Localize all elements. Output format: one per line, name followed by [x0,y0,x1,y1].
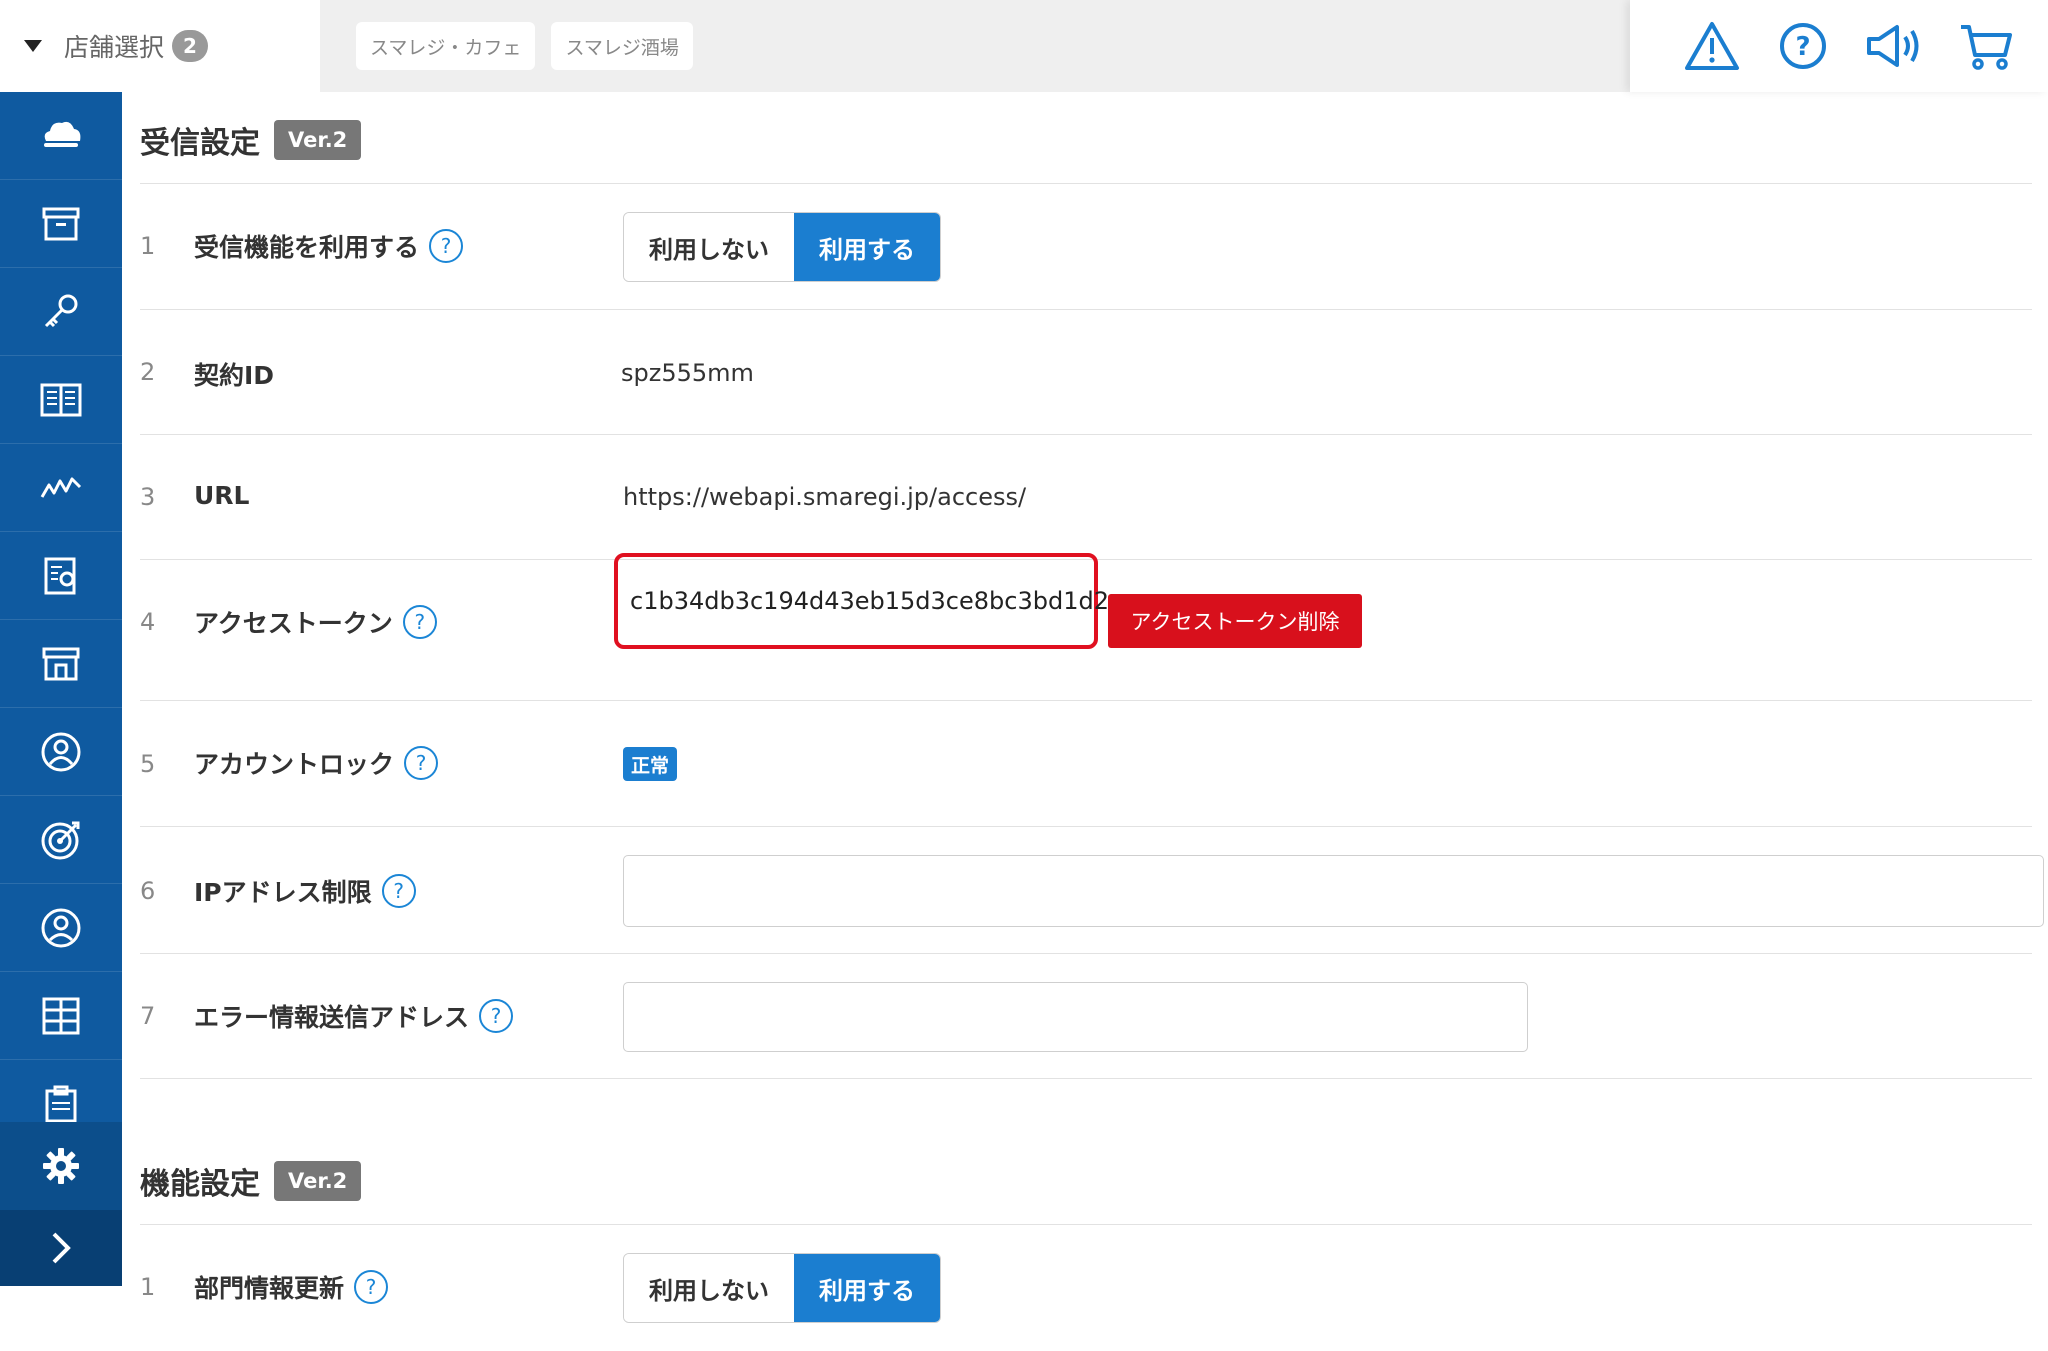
version-badge: Ver.2 [274,120,362,160]
help-icon[interactable]: ? [404,746,439,780]
store-count-badge: 2 [172,30,209,62]
toggle-on-button[interactable]: 利用する [794,1254,940,1322]
row-label: アクセストークン ? [194,604,437,640]
sidebar-settings[interactable] [0,1122,122,1210]
error-address-input[interactable] [623,982,1528,1052]
row-number: 1 [140,1273,156,1301]
sidebar-item-analytics[interactable] [0,444,122,532]
row-label-text: アクセストークン [194,609,393,638]
toggle-off-button[interactable]: 利用しない [624,213,794,281]
sidebar-item-cloud[interactable] [0,92,122,180]
row-label: 受信機能を利用する ? [194,228,464,264]
cart-icon[interactable] [1956,16,2016,76]
url-value: https://webapi.smaregi.jp/access/ [623,483,1027,511]
store-select-label: 店舗選択 [64,33,165,62]
contract-id-value: spz555mm [621,359,754,387]
row-label: 契約ID [194,361,275,390]
chart-icon [40,477,82,498]
sidebar-item-key[interactable] [0,268,122,356]
gear-icon [43,1148,79,1184]
receive-enable-toggle: 利用しない 利用する [623,212,941,282]
row-label-text: アカウントロック [194,750,395,779]
ip-restriction-input[interactable] [623,855,2044,927]
store-tab-bar[interactable]: スマレジ酒場 [551,22,693,70]
row-url: 3 URL https://webapi.smaregi.jp/access/ [140,435,2032,560]
receive-settings-header: 受信設定 Ver.2 [140,118,362,162]
archive-icon [42,207,80,240]
row-department-update: 1 部門情報更新 ? 利用しない 利用する [140,1225,2032,1351]
row-account-lock: 5 アカウントロック ? 正常 [140,701,2032,827]
main-content: 受信設定 Ver.2 1 受信機能を利用する ? 利用しない 利用する 2 契約… [122,92,2048,1323]
help-icon[interactable]: ? [354,1270,389,1304]
warning-icon[interactable] [1682,16,1742,76]
sidebar-item-customer[interactable] [0,708,122,796]
status-badge: 正常 [623,747,678,781]
sidebar-item-products[interactable] [0,180,122,268]
top-bar: 店舗選択 2 スマレジ・カフェ スマレジ酒場 ? [0,0,2048,92]
megaphone-icon[interactable] [1865,16,1925,76]
help-icon[interactable]: ? [479,999,514,1033]
target-icon [41,821,80,859]
store-icon [42,647,80,680]
grid-icon [42,997,80,1034]
access-token-value: c1b34db3c194d43eb15d3ce8bc3bd1d2 [614,553,1109,649]
report-icon [44,557,76,594]
row-number: 3 [140,483,156,511]
store-tabs: スマレジ・カフェ スマレジ酒場 [320,0,1630,92]
clipboard-icon [45,1085,77,1122]
key-icon [44,294,78,327]
section-title: 機能設定 [140,1167,260,1202]
cloud-register-icon [44,121,81,147]
row-error-address: 7 エラー情報送信アドレス ? [140,954,2032,1079]
help-icon[interactable]: ? [381,874,416,908]
help-icon[interactable]: ? [429,229,464,263]
row-number: 2 [140,358,156,386]
chevron-right-icon [52,1232,71,1264]
customer-icon [41,732,81,771]
row-number: 7 [140,1002,156,1030]
row-label-text: エラー情報送信アドレス [194,1003,470,1032]
help-icon[interactable]: ? [402,605,437,639]
row-receive-enable: 1 受信機能を利用する ? 利用しない 利用する [140,184,2032,310]
row-label: IPアドレス制限 ? [194,873,416,909]
row-label: URL [194,481,250,510]
top-icons: ? [1630,0,2048,92]
row-label: 部門情報更新 ? [194,1269,389,1305]
svg-text:?: ? [1796,32,1811,62]
store-tab-cafe[interactable]: スマレジ・カフェ [356,22,536,70]
version-badge: Ver.2 [274,1161,362,1201]
section-title: 受信設定 [140,126,260,161]
row-label: アカウントロック ? [194,745,439,781]
book-icon [40,383,82,416]
row-contract-id: 2 契約ID spz555mm [140,310,2032,435]
sidebar-item-report[interactable] [0,532,122,620]
sidebar-item-staff[interactable] [0,884,122,972]
row-number: 1 [140,232,156,260]
delete-token-button[interactable]: アクセストークン削除 [1108,594,1362,648]
row-ip-restriction: 6 IPアドレス制限 ? [140,827,2044,954]
sidebar-item-target[interactable] [0,796,122,884]
sidebar-item-book[interactable] [0,356,122,444]
row-label-text: 受信機能を利用する [194,233,420,262]
row-access-token: 4 アクセストークン ? c1b34db3c194d43eb15d3ce8bc3… [140,553,2032,701]
toggle-on-button[interactable]: 利用する [794,213,940,281]
sidebar [0,92,122,1286]
sidebar-item-store[interactable] [0,620,122,708]
staff-icon [41,908,81,947]
help-icon[interactable]: ? [1773,16,1833,76]
function-settings-header: 機能設定 Ver.2 [140,1159,362,1203]
caret-down-icon [24,40,42,52]
row-number: 6 [140,877,156,905]
row-label: エラー情報送信アドレス ? [194,998,514,1034]
department-update-toggle: 利用しない 利用する [623,1253,941,1323]
toggle-off-button[interactable]: 利用しない [624,1254,794,1322]
row-number: 5 [140,750,156,778]
row-label-text: 部門情報更新 [194,1274,345,1303]
store-select[interactable]: 店舗選択 2 [0,0,320,92]
sidebar-expand-button[interactable] [0,1210,122,1286]
row-label-text: IPアドレス制限 [194,878,372,907]
row-number: 4 [140,608,156,636]
sidebar-item-grid[interactable] [0,972,122,1060]
